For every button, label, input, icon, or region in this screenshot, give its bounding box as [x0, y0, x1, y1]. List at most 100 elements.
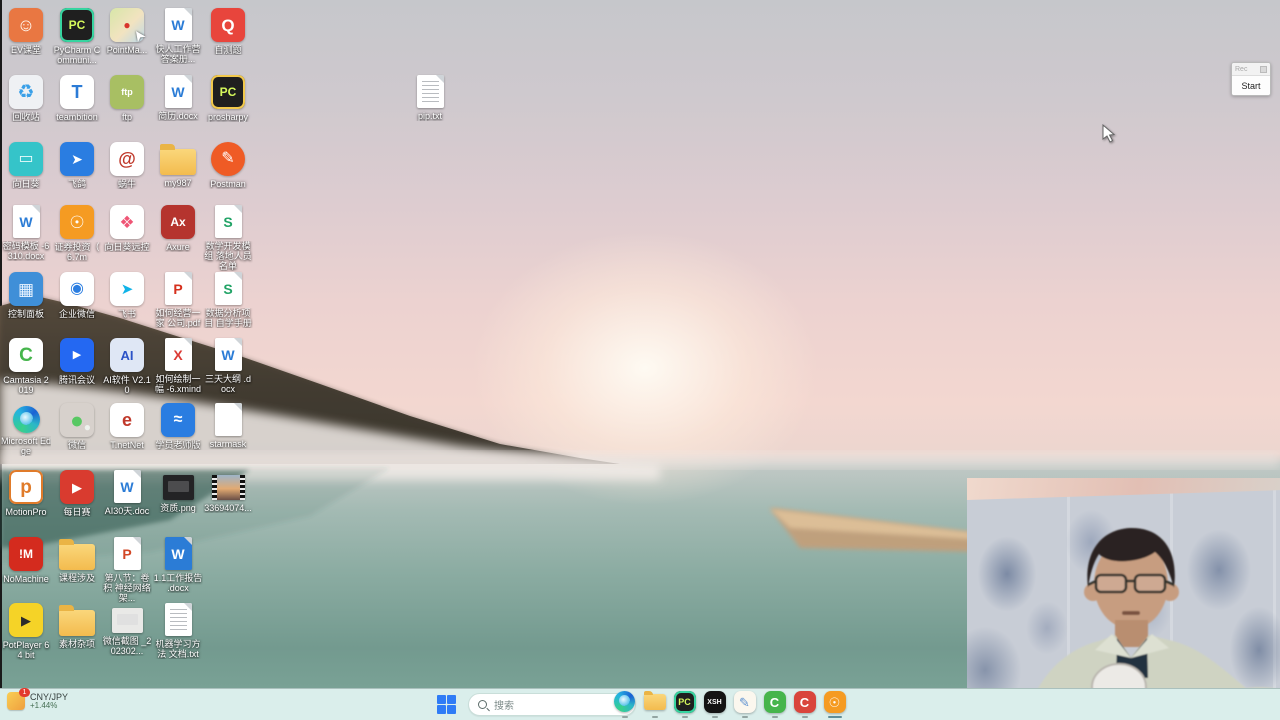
recorder-stop-icon[interactable] [1260, 65, 1267, 73]
recorder-widget[interactable]: Rec Start [1231, 62, 1271, 96]
tencent-meeting-icon[interactable]: ▶ 腾讯会议 [52, 338, 102, 385]
control-panel-icon[interactable]: ▦ 控制面板 [1, 272, 51, 319]
prosharpy-icon-label: prosharpy [207, 112, 249, 122]
microsoft-edge-icon[interactable]: Microsoft Edge [1, 403, 51, 456]
securities-course-icon-art: ☉ [60, 205, 94, 239]
camtasia-2019-icon-label: Camtasia 2019 [3, 375, 49, 395]
taskbar-paint-icon[interactable]: ✎ [733, 691, 756, 718]
ev-classroom-icon-label: EV课堂 [10, 45, 41, 55]
feishu-icon-label: 飞书 [117, 309, 136, 319]
starmask-file-icon[interactable]: starmask [203, 403, 253, 449]
taskbar-pycharm-icon[interactable]: PC [673, 691, 696, 718]
sunlogin-monitor-icon[interactable]: ▭ 向日葵 [1, 142, 51, 189]
self-test-icon[interactable]: Q 自测题 [203, 8, 253, 55]
password-template-docx-icon[interactable]: W 密码模板 -6310.docx [1, 205, 51, 261]
outline-docx-icon[interactable]: W 三天大纲 .docx [203, 338, 253, 394]
cnn-ppt-icon-art: P [113, 537, 141, 570]
wecom-icon[interactable]: ◉ 企业微信 [52, 272, 102, 319]
dev-module-sheet-icon[interactable]: S 数学开发模组 落地人员名单 [203, 205, 253, 271]
taskbar-edge-icon[interactable] [613, 691, 636, 718]
recorder-start-button[interactable]: Start [1232, 75, 1270, 95]
dove-app-icon-art: ➤ [60, 142, 94, 176]
taskbar-explorer-icon[interactable] [643, 691, 666, 718]
my987-folder-icon[interactable]: my987 [153, 142, 203, 188]
teambition-icon[interactable]: Tteambition [52, 75, 102, 122]
desktop-background[interactable]: ☺ EV课堂 PC PyCharm Communi... ● ➤ PointMa... W 快人… [0, 0, 1280, 720]
taskbar-camtasia-icon[interactable]: C [763, 691, 786, 718]
potplayer-icon[interactable]: ▶ PotPlayer 64 bit [1, 603, 51, 660]
daily-contest-icon[interactable]: ▶ 每日赛 [52, 470, 102, 517]
ai30-doc-icon[interactable]: W AI30天.doc [102, 470, 152, 516]
dove-app-icon[interactable]: ➤ 飞鸽 [52, 142, 102, 189]
pointma-map-icon[interactable]: ● ➤ PointMa... [102, 8, 152, 55]
material-folder-icon[interactable]: 素材杂项 [52, 603, 102, 649]
nomachine-icon[interactable]: !M NoMachine [1, 537, 51, 584]
cnn-ppt-icon[interactable]: P 第八节：卷积 神经网络架... [102, 537, 152, 603]
camtasia-2019-icon[interactable]: C Camtasia 2019 [1, 338, 51, 395]
taskbar-edge-icon-running-indicator [621, 716, 628, 718]
recycle-bin-icon[interactable]: ♻ 回收站 [1, 75, 51, 122]
sunlogin-remote-icon[interactable]: ❖ 向日葵远控 [102, 205, 152, 252]
course-folder-icon[interactable]: 课程涉及 [52, 537, 102, 583]
wecom-icon-label: 企业微信 [58, 309, 95, 319]
securities-course-icon[interactable]: ☉ 证券投资（ 6.7m [52, 205, 102, 262]
zizhi-png-icon[interactable]: 资质.png [153, 470, 203, 513]
axure-icon[interactable]: Ax Axure [153, 205, 203, 252]
wechat-icon[interactable]: ● ● 微信 [52, 403, 102, 450]
taskbar-paint-icon-art: ✎ [733, 691, 756, 713]
ai-software-icon[interactable]: AI AI软件 V2.10 [102, 338, 152, 395]
search-icon [478, 700, 487, 709]
pycharm-community-icon[interactable]: PC PyCharm Communi... [52, 8, 102, 65]
xmind-file-icon-label: 如何绘制一幅 -6.xmind [154, 374, 201, 394]
student-teacher-app-icon[interactable]: ≈ 学员老师版 [153, 403, 203, 450]
taskbar-securities-icon-art: ☉ [823, 691, 846, 713]
webcam-person [967, 528, 1280, 720]
sunlogin-remote-icon-label: 向日葵远控 [104, 242, 150, 252]
feishu-icon[interactable]: ➤ 飞书 [102, 272, 152, 319]
wechat-icon-art: ● ● [60, 403, 94, 437]
motionpro-icon[interactable]: p MotionPro [1, 470, 51, 517]
taskbar-securities-icon[interactable]: ☉ [823, 691, 846, 718]
taskbar-widgets-button[interactable]: 1 CNY/JPY +1.44% [7, 688, 68, 710]
starmask-file-icon-art [214, 403, 242, 436]
taskbar-recorder-icon[interactable]: C [793, 691, 816, 718]
recorder-rec-label: Rec [1235, 65, 1248, 73]
teambition-icon-label: teambition [56, 112, 98, 122]
video-file-icon-art [211, 475, 245, 500]
work-report-docx-icon[interactable]: W 1.1工作报告 .docx [153, 537, 203, 593]
snail-app-icon[interactable]: @ 蜗牛 [102, 142, 152, 189]
business-pdf-icon[interactable]: P 如何经营一家 公司.pdf [153, 272, 203, 328]
taskbar-xshell-icon-running-indicator [711, 716, 718, 718]
ftp-icon[interactable]: ftp ftp [102, 75, 152, 122]
answer-book-docx-icon[interactable]: W 快人工作营 答案册... [153, 8, 203, 64]
start-button[interactable] [437, 695, 456, 714]
ml-doc-txt-icon[interactable]: 机器学习方法 文档.txt [153, 603, 203, 659]
business-pdf-icon-art: P [164, 272, 192, 305]
nomachine-icon-label: NoMachine [3, 574, 49, 584]
my987-folder-icon-label: my987 [164, 178, 192, 188]
widget-notification-badge: 1 [19, 688, 30, 697]
pip-txt-icon[interactable]: pip.txt [405, 75, 455, 121]
resume-docx-icon[interactable]: W 简历.docx [153, 75, 203, 121]
wechat-screenshot-icon[interactable]: 微信截图 _202302... [102, 603, 152, 656]
xmind-file-icon[interactable]: X 如何绘制一幅 -6.xmind [153, 338, 203, 394]
prosharpy-icon[interactable]: PC prosharpy [203, 75, 253, 122]
video-file-icon[interactable]: 33694074... [203, 470, 253, 513]
postman-icon[interactable]: ✎ Postman [203, 142, 253, 189]
work-report-docx-icon-label: 1.1工作报告 .docx [153, 573, 203, 593]
microsoft-edge-icon-label: Microsoft Edge [1, 436, 51, 456]
tnetnet-icon[interactable]: e T.netNet [102, 403, 152, 450]
outline-docx-icon-label: 三天大纲 .docx [204, 374, 251, 394]
taskbar-xshell-icon[interactable]: XSH [703, 691, 726, 718]
data-analysis-sheet-icon[interactable]: S 数据分析项目 自学手册 [203, 272, 253, 328]
search-placeholder: 搜索 [494, 701, 514, 712]
material-folder-icon-art [59, 605, 95, 636]
self-test-icon-art: Q [211, 8, 245, 42]
work-report-docx-icon-art: W [164, 537, 192, 570]
securities-course-icon-label: 证券投资（ 6.7m [54, 242, 100, 262]
ev-classroom-icon[interactable]: ☺ EV课堂 [1, 8, 51, 55]
taskbar-search-box[interactable]: 搜索 [468, 693, 636, 716]
motionpro-icon-art: p [9, 470, 43, 504]
starmask-file-icon-label: starmask [209, 439, 247, 449]
ai30-doc-icon-label: AI30天.doc [104, 506, 150, 516]
